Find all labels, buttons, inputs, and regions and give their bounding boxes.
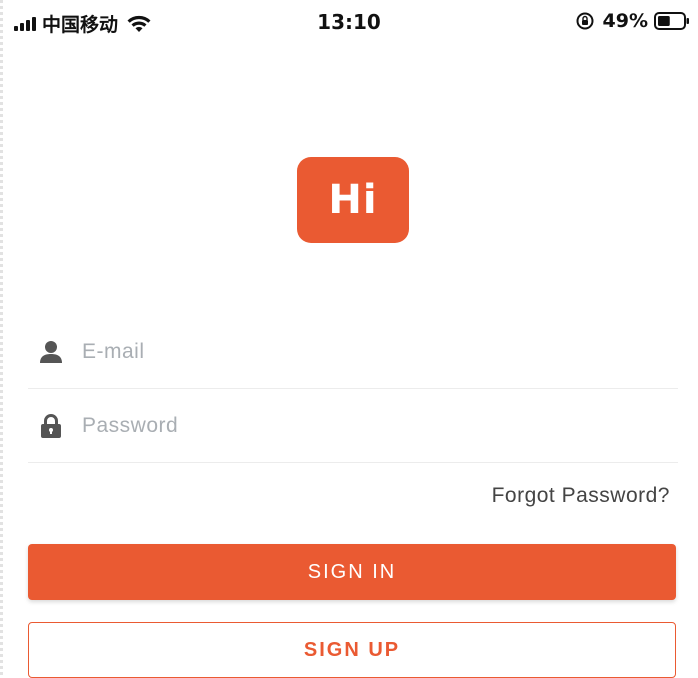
battery-icon bbox=[654, 12, 689, 30]
user-icon bbox=[40, 341, 62, 363]
email-input[interactable] bbox=[82, 340, 642, 364]
lock-icon bbox=[41, 414, 61, 438]
rotation-lock-icon bbox=[576, 12, 594, 30]
app-logo: Hi bbox=[297, 157, 409, 243]
email-field-row bbox=[28, 316, 678, 389]
password-field-row bbox=[28, 390, 678, 463]
status-bar: 中国移动 13:10 49% bbox=[0, 0, 698, 44]
sign-up-button[interactable]: SIGN UP bbox=[28, 622, 676, 678]
screen-edge bbox=[0, 0, 3, 677]
forgot-password-link[interactable]: Forgot Password? bbox=[492, 484, 670, 508]
sign-in-button[interactable]: SIGN IN bbox=[28, 544, 676, 600]
status-right: 49% bbox=[575, 10, 690, 32]
battery-percent: 49% bbox=[602, 10, 648, 32]
password-input[interactable] bbox=[82, 414, 642, 438]
